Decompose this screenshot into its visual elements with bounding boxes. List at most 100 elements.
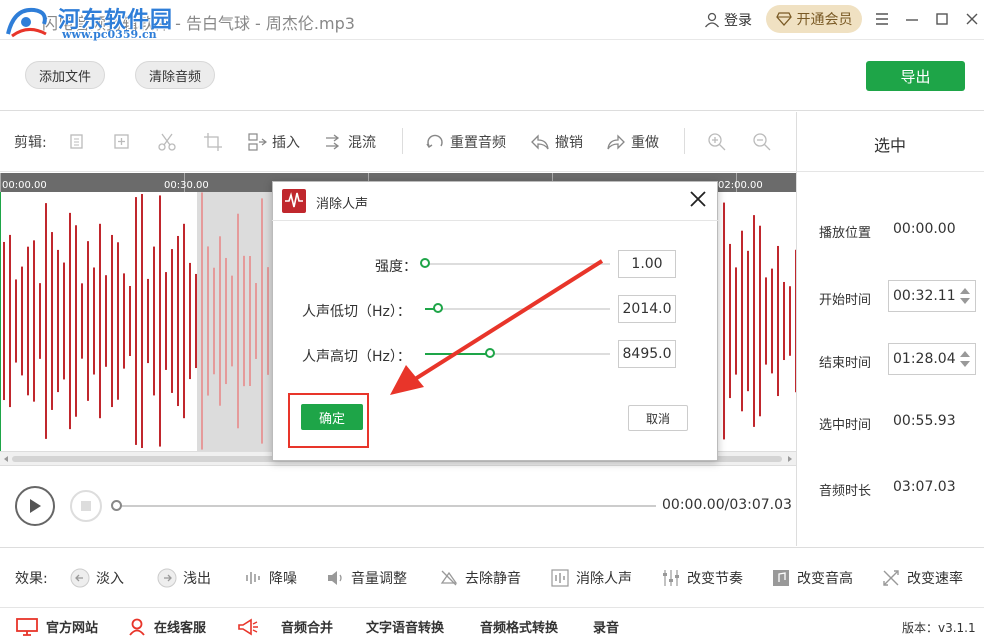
audio-merge-label: 音频合并 [281, 621, 334, 636]
zoom-in-icon[interactable] [707, 131, 727, 153]
fade-out-button[interactable]: 浅出 [157, 568, 211, 588]
waveform-bar [771, 268, 773, 374]
fade-out-label: 浅出 [183, 571, 211, 587]
waveform-bar [15, 279, 17, 363]
strength-input[interactable]: 1.00 [618, 250, 676, 278]
online-support-label: 在线客服 [154, 621, 207, 636]
redo-label: 重做 [631, 135, 659, 151]
noise-icon [246, 572, 260, 584]
fade-in-button[interactable]: 淡入 [70, 568, 124, 588]
undo-label: 撤销 [555, 135, 583, 151]
waveform-bar [165, 272, 167, 370]
undo-button[interactable]: 撤销 [530, 131, 583, 153]
minimize-icon[interactable] [902, 9, 922, 29]
version-label: 版本：v3.1.1 [902, 621, 976, 635]
timeline-tick [0, 173, 1, 192]
remove-vocals-icon [551, 569, 569, 587]
volume-adjust-button[interactable]: 音量调整 [325, 568, 407, 588]
waveform-bar [87, 241, 89, 401]
progress-knob[interactable] [111, 500, 122, 511]
waveform-bar [57, 249, 59, 393]
reset-audio-button[interactable]: 重置音频 [425, 131, 506, 153]
cancel-button[interactable]: 取消 [628, 405, 688, 431]
remove-silence-label: 去除静音 [465, 571, 521, 587]
menu-icon[interactable] [872, 9, 892, 29]
fade-in-icon [70, 568, 90, 588]
noise-reduction-button[interactable]: 降噪 [243, 568, 297, 588]
stop-button[interactable] [70, 490, 102, 522]
waveform-bar [147, 278, 149, 364]
copy-icon[interactable] [68, 131, 88, 153]
waveform-bar [69, 212, 71, 430]
clear-audio-button[interactable]: 清除音频 [135, 61, 215, 89]
waveform-bar [123, 273, 125, 369]
end-time-spinner[interactable] [959, 351, 971, 367]
waveform-bar [39, 283, 41, 359]
start-time-spinner[interactable] [959, 288, 971, 304]
reset-audio-label: 重置音频 [450, 135, 506, 151]
diamond-icon [775, 12, 792, 26]
add-clip-icon[interactable] [112, 131, 132, 153]
online-support-link[interactable]: 在线客服 [128, 617, 206, 636]
dialog-close-icon[interactable] [688, 189, 708, 209]
waveform-bar [9, 234, 11, 408]
text-to-speech-link[interactable]: 文字语音转换 [366, 617, 444, 636]
start-time-value: 00:32.11 [893, 288, 956, 304]
low-cut-input[interactable]: 2014.0 [618, 295, 676, 323]
pitch-icon [773, 570, 789, 586]
vip-button[interactable]: 开通会员 [766, 5, 862, 33]
end-time-field[interactable]: 01:28.04 [888, 343, 976, 375]
official-site-label: 官方网站 [46, 621, 99, 636]
start-time-field[interactable]: 00:32.11 [888, 280, 976, 312]
mix-icon [326, 134, 340, 150]
stop-icon [81, 501, 91, 511]
export-button[interactable]: 导出 [866, 61, 965, 91]
waveform-bar [243, 255, 245, 387]
waveform-bar [117, 242, 119, 400]
progress-track[interactable] [116, 505, 656, 507]
cut-icon[interactable] [157, 131, 177, 153]
mix-button[interactable]: 混流 [323, 131, 376, 153]
official-site-link[interactable]: 官方网站 [16, 617, 98, 636]
audio-duration-label: 音频时长 [819, 484, 872, 499]
waveform-bar [267, 267, 269, 375]
waveform-bar [45, 203, 47, 439]
rate-icon [883, 570, 899, 586]
remove-silence-icon [440, 570, 458, 586]
mix-label: 混流 [348, 135, 376, 151]
change-rate-button[interactable]: 改变速率 [881, 568, 963, 588]
record-link[interactable]: 录音 [593, 617, 619, 636]
crop-icon[interactable] [203, 131, 223, 153]
waveform-bar [789, 286, 791, 356]
waveform-bar [171, 249, 173, 393]
waveform-bar [747, 250, 749, 392]
redo-button[interactable]: 重做 [606, 131, 659, 153]
play-button[interactable] [15, 486, 55, 526]
waveform-bar [741, 230, 743, 412]
selected-duration-value: 00:55.93 [893, 413, 956, 429]
waveform-bar [177, 235, 179, 407]
confirm-button[interactable]: 确定 [301, 404, 363, 430]
close-icon[interactable] [962, 9, 982, 29]
waveform-bar [759, 225, 761, 417]
maximize-icon[interactable] [932, 9, 952, 29]
timeline-tick-label: 00:00.00 [2, 180, 47, 191]
redo-icon [607, 134, 625, 150]
timeline-tick-label: 02:00.00 [718, 180, 763, 191]
audio-format-convert-link[interactable]: 音频格式转换 [480, 617, 558, 636]
audio-merge-link[interactable]: 音频合并 [237, 617, 333, 636]
insert-button[interactable]: 插入 [247, 131, 300, 153]
remove-silence-button[interactable]: 去除静音 [439, 568, 521, 588]
login-button[interactable]: 登录 [704, 10, 752, 30]
waveform-bar [231, 275, 233, 367]
time-display: 00:00.00/03:07.03 [662, 497, 792, 513]
panel-divider [796, 171, 984, 172]
remove-vocals-button[interactable]: 消除人声 [550, 568, 632, 588]
zoom-out-icon[interactable] [752, 131, 772, 153]
add-file-button[interactable]: 添加文件 [25, 61, 105, 89]
toolbar-divider [684, 128, 685, 154]
change-tempo-button[interactable]: 改变节奏 [661, 568, 743, 588]
change-pitch-button[interactable]: 改变音高 [771, 568, 853, 588]
waveform-bar [723, 202, 725, 440]
high-cut-input[interactable]: 8495.0 [618, 340, 676, 368]
